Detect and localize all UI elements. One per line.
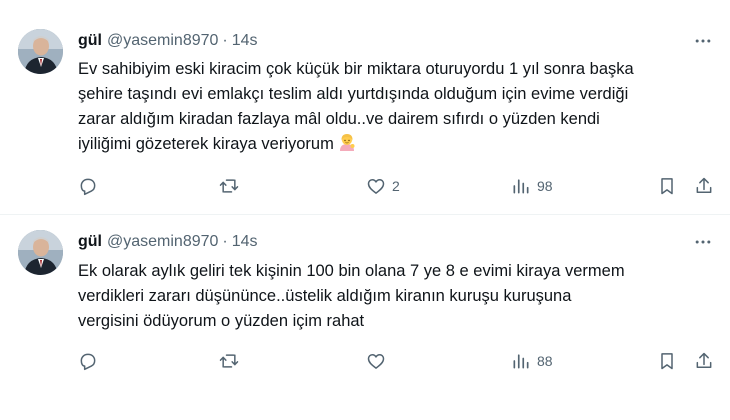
tweet-text-line: verdikleri zararı düşününce..üstelik ald… bbox=[78, 287, 572, 305]
tweet-text: Ek olarak aylık geliri tek kişinin 100 b… bbox=[78, 259, 708, 334]
reply-button[interactable] bbox=[78, 349, 104, 373]
retweet-icon bbox=[219, 179, 239, 193]
bookmark-button[interactable] bbox=[657, 174, 677, 198]
tweet-text-line: zarar aldığım kiradan fazlaya mâl oldu..… bbox=[78, 110, 600, 128]
tweet[interactable]: gül @yasemin8970 · 14s Ev sahibiyim eski… bbox=[0, 0, 730, 214]
tweet-text-segment: iyiliğimi gözeterek kiraya veriyorum bbox=[78, 135, 334, 153]
views-button[interactable]: 98 bbox=[511, 174, 553, 198]
tweet-actions: 88 bbox=[78, 349, 718, 373]
display-name[interactable]: gül bbox=[78, 233, 102, 251]
user-handle[interactable]: @yasemin8970 bbox=[107, 32, 218, 50]
tweet-header: gül @yasemin8970 · 14s bbox=[78, 231, 258, 253]
like-count: 2 bbox=[392, 178, 400, 194]
tweet-header: gül @yasemin8970 · 14s bbox=[78, 30, 258, 52]
share-button[interactable] bbox=[694, 174, 714, 198]
like-icon bbox=[367, 179, 385, 194]
tweet-text-line: Ek olarak aylık geliri tek kişinin 100 b… bbox=[78, 262, 625, 280]
like-button[interactable]: 2 bbox=[366, 174, 400, 198]
timeline: gül @yasemin8970 · 14s Ev sahibiyim eski… bbox=[0, 0, 730, 420]
person-tipping-hand-emoji bbox=[337, 132, 357, 152]
more-icon[interactable] bbox=[690, 30, 716, 52]
view-count: 98 bbox=[537, 178, 553, 194]
tweet-text-line: Ev sahibiyim eski kiracim çok küçük bir … bbox=[78, 60, 634, 78]
avatar[interactable] bbox=[18, 230, 63, 275]
reply-icon bbox=[80, 178, 96, 196]
reply-icon bbox=[80, 353, 96, 371]
like-button[interactable] bbox=[366, 349, 392, 373]
tweet-text-line: şehire taşındı evi emlakçı teslim aldı y… bbox=[78, 85, 629, 103]
more-icon[interactable] bbox=[690, 231, 716, 253]
bookmark-icon bbox=[661, 353, 673, 370]
share-icon bbox=[696, 177, 712, 193]
separator-dot: · bbox=[222, 32, 228, 49]
tweet[interactable]: gül @yasemin8970 · 14s Ek olarak aylık g… bbox=[0, 215, 730, 420]
tweet-text-line: iyiliğimi gözeterek kiraya veriyorum bbox=[78, 132, 708, 157]
user-handle[interactable]: @yasemin8970 bbox=[107, 233, 218, 251]
views-button[interactable]: 88 bbox=[511, 349, 553, 373]
retweet-button[interactable] bbox=[219, 349, 245, 373]
bookmark-button[interactable] bbox=[657, 349, 677, 373]
separator-dot: · bbox=[222, 233, 228, 250]
retweet-button[interactable] bbox=[219, 174, 245, 198]
like-icon bbox=[367, 354, 385, 369]
timestamp[interactable]: 14s bbox=[232, 233, 258, 251]
views-icon bbox=[513, 354, 529, 369]
view-count: 88 bbox=[537, 353, 553, 369]
retweet-icon bbox=[219, 354, 239, 368]
bookmark-icon bbox=[661, 178, 673, 195]
timestamp[interactable]: 14s bbox=[232, 32, 258, 50]
tweet-text-line: vergisini ödüyorum o yüzden içim rahat bbox=[78, 312, 365, 330]
share-button[interactable] bbox=[694, 349, 714, 373]
views-icon bbox=[513, 179, 529, 194]
avatar[interactable] bbox=[18, 29, 63, 74]
tweet-text: Ev sahibiyim eski kiracim çok küçük bir … bbox=[78, 57, 708, 157]
tweet-actions: 2 98 bbox=[78, 174, 718, 198]
display-name[interactable]: gül bbox=[78, 32, 102, 50]
share-icon bbox=[696, 352, 712, 368]
reply-button[interactable] bbox=[78, 174, 104, 198]
